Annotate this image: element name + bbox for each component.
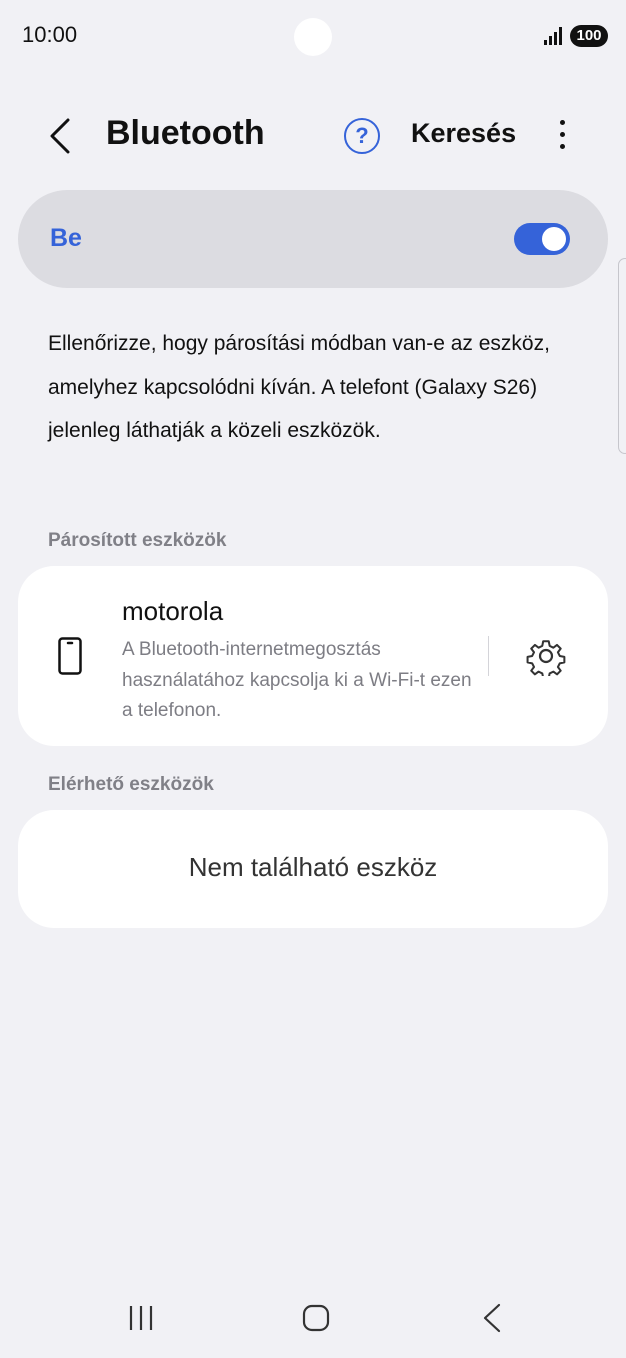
help-icon[interactable]: ? [344,118,380,154]
camera-cutout [294,18,332,56]
signal-icon [544,27,562,45]
back-icon[interactable] [46,116,76,156]
help-icon-glyph: ? [355,123,369,148]
device-subtitle: A Bluetooth-internetmegosztás használatá… [122,639,472,721]
bluetooth-toggle-switch[interactable] [514,223,570,255]
status-bar: 10:00 100 [0,0,626,72]
scroll-indicator[interactable] [618,258,626,454]
home-icon[interactable] [302,1304,330,1332]
more-icon[interactable] [552,118,572,152]
page-title: Bluetooth [106,114,265,152]
toggle-label: Be [50,224,82,252]
available-devices-header: Elérhető eszközök [48,774,214,795]
phone-icon [58,637,82,675]
recents-icon[interactable] [128,1304,156,1332]
nav-back-icon[interactable] [480,1302,504,1334]
paired-device-card[interactable]: motorola A Bluetooth-internetmegosztás h… [18,566,608,746]
no-devices-text: Nem található eszköz [188,852,438,882]
navigation-bar [0,1290,626,1350]
description-text: Ellenőrizze, hogy párosítási módban van-… [48,332,550,442]
toggle-knob [542,227,566,251]
search-button[interactable]: Keresés [411,118,516,149]
device-name: motorola [122,596,224,626]
status-time: 10:00 [22,22,78,47]
divider [488,636,489,676]
bluetooth-toggle-row[interactable]: Be [18,190,608,288]
battery-icon: 100 [570,25,608,47]
paired-devices-header: Párosított eszközök [48,530,227,551]
available-devices-card: Nem található eszköz [18,810,608,928]
gear-icon[interactable] [526,636,566,676]
app-bar: Bluetooth ? Keresés [0,96,626,176]
